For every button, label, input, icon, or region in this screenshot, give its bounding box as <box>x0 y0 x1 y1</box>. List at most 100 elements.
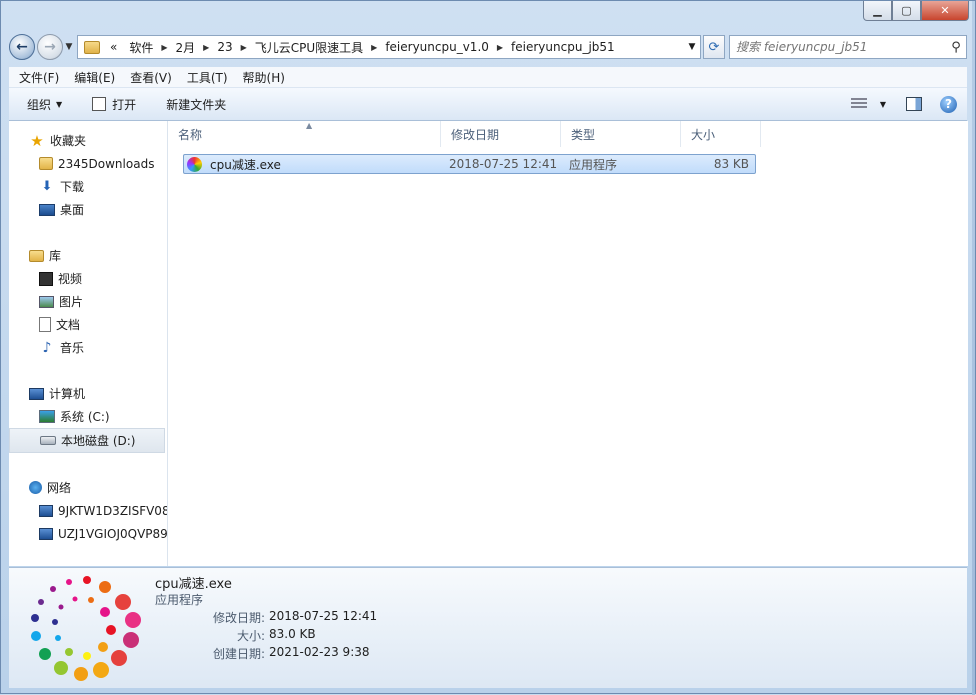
breadcrumb-item[interactable]: 飞儿云CPU限速工具 <box>249 39 369 56</box>
nav-item-2345downloads[interactable]: 2345Downloads <box>9 152 167 175</box>
nav-label: UZJ1VGIOJ0QVP89 <box>58 526 168 541</box>
prop-value: 83.0 KB <box>269 627 316 641</box>
search-input[interactable] <box>730 39 946 55</box>
recent-pages-dropdown[interactable]: ▼ <box>63 42 75 52</box>
nav-item-videos[interactable]: 视频 <box>9 267 167 290</box>
details-file-name: cpu减速.exe <box>155 577 232 592</box>
new-folder-label: 新建文件夹 <box>166 97 227 112</box>
nav-item-drive-d[interactable]: 本地磁盘 (D:) <box>9 428 165 453</box>
help-icon[interactable]: ? <box>940 95 957 113</box>
view-options-icon[interactable] <box>850 98 867 110</box>
menu-view[interactable]: 查看(V) <box>125 69 177 86</box>
network-computer-icon <box>39 527 53 540</box>
prop-value: 2021-02-23 9:38 <box>269 645 370 659</box>
column-name[interactable]: 名称 <box>168 121 441 147</box>
open-icon <box>92 97 107 111</box>
chevron-right-icon[interactable]: ▶ <box>159 43 169 52</box>
organize-label: 组织 <box>27 97 52 112</box>
nav-group-libraries: 库 视频 图片 文档 ♪ 音乐 <box>9 244 167 359</box>
search-box: ⚲ <box>729 35 967 59</box>
search-icon[interactable]: ⚲ <box>946 40 966 55</box>
breadcrumb-item[interactable]: feieryuncpu_v1.0 <box>379 40 495 54</box>
nav-label: 网络 <box>47 481 72 495</box>
computer-icon <box>29 387 44 400</box>
nav-network[interactable]: 网络 <box>9 476 167 499</box>
file-modified: 2018-07-25 12:41 <box>449 157 558 171</box>
address-bar[interactable]: « 软件 ▶ 2月 ▶ 23 ▶ 飞儿云CPU限速工具 ▶ feieryuncp… <box>77 35 701 59</box>
chevron-right-icon[interactable]: ▶ <box>369 43 379 52</box>
nav-label: 下载 <box>60 180 85 194</box>
nav-label: 本地磁盘 (D:) <box>61 434 136 448</box>
chevron-right-icon[interactable]: ▶ <box>495 43 505 52</box>
menu-file[interactable]: 文件(F) <box>14 69 64 86</box>
open-button[interactable]: 打开 <box>92 96 136 113</box>
nav-item-desktop[interactable]: 桌面 <box>9 198 167 221</box>
network-icon <box>29 481 42 494</box>
menu-edit[interactable]: 编辑(E) <box>69 69 120 86</box>
nav-group-computer: 计算机 系统 (C:) 本地磁盘 (D:) <box>9 382 167 453</box>
nav-item-drive-c[interactable]: 系统 (C:) <box>9 405 167 428</box>
nav-item-music[interactable]: ♪ 音乐 <box>9 336 167 359</box>
minimize-button[interactable]: ▁ <box>863 1 892 21</box>
nav-item-downloads[interactable]: ⬇ 下载 <box>9 175 167 198</box>
menu-tools[interactable]: 工具(T) <box>182 69 233 86</box>
refresh-button[interactable]: ⟳ <box>703 35 725 59</box>
preview-pane-icon[interactable] <box>906 97 922 111</box>
back-button[interactable]: ← <box>9 34 35 60</box>
prop-key: 修改日期: <box>212 611 265 625</box>
column-size[interactable]: 大小 <box>681 121 761 147</box>
view-dropdown-icon[interactable]: ▼ <box>880 100 886 109</box>
breadcrumb-item[interactable]: feieryuncpu_jb51 <box>505 40 621 54</box>
nav-item-network-pc-1[interactable]: 9JKTW1D3ZISFV08 <box>9 499 167 522</box>
chevron-right-icon[interactable]: ▶ <box>239 43 249 52</box>
refresh-icon: ⟳ <box>708 39 720 55</box>
new-folder-button[interactable]: 新建文件夹 <box>166 96 226 113</box>
explorer-window: ▁ ▢ ✕ ← → ▼ « 软件 ▶ 2月 ▶ 23 ▶ 飞儿云CPU限速工具 … <box>0 0 976 695</box>
column-date-modified[interactable]: 修改日期 <box>441 121 561 147</box>
details-file-type: 应用程序 <box>155 593 204 607</box>
forward-button[interactable]: → <box>37 34 63 60</box>
drive-icon <box>40 436 56 445</box>
nav-favorites[interactable]: ★ 收藏夹 <box>9 129 167 152</box>
nav-label: 2345Downloads <box>58 156 155 171</box>
open-label: 打开 <box>112 97 137 112</box>
application-icon <box>187 156 202 172</box>
folder-icon <box>84 40 100 54</box>
nav-label: 音乐 <box>60 341 85 355</box>
nav-label: 图片 <box>59 295 84 309</box>
nav-label: 视频 <box>58 272 83 286</box>
close-button[interactable]: ✕ <box>921 1 969 21</box>
library-icon <box>29 249 44 262</box>
chevron-right-icon[interactable]: ▶ <box>201 43 211 52</box>
menu-help[interactable]: 帮助(H) <box>238 69 290 86</box>
nav-item-network-pc-2[interactable]: UZJ1VGIOJ0QVP89 <box>9 522 167 545</box>
app-logo-icon <box>31 576 141 681</box>
window-edge <box>972 1 975 695</box>
address-dropdown[interactable]: ▼ <box>684 42 700 52</box>
column-type[interactable]: 类型 <box>561 121 681 147</box>
prop-value: 2018-07-25 12:41 <box>269 609 378 623</box>
nav-label: 桌面 <box>60 203 85 217</box>
breadcrumb-item[interactable]: 2月 <box>170 39 202 56</box>
nav-libraries[interactable]: 库 <box>9 244 167 267</box>
nav-item-documents[interactable]: 文档 <box>9 313 167 336</box>
file-row[interactable]: cpu减速.exe 2018-07-25 12:41 应用程序 83 KB <box>183 154 756 174</box>
organize-button[interactable]: 组织 ▼ <box>27 96 62 113</box>
nav-item-pictures[interactable]: 图片 <box>9 290 167 313</box>
nav-label: 库 <box>49 249 62 263</box>
file-type: 应用程序 <box>569 157 618 172</box>
breadcrumb-item[interactable]: 23 <box>211 40 238 54</box>
desktop-icon <box>39 203 55 216</box>
nav-computer[interactable]: 计算机 <box>9 382 167 405</box>
nav-label: 计算机 <box>49 387 86 401</box>
music-icon: ♪ <box>42 339 52 356</box>
nav-group-network: 网络 9JKTW1D3ZISFV08 UZJ1VGIOJ0QVP89 <box>9 476 167 545</box>
breadcrumb-item[interactable]: 软件 <box>123 39 159 56</box>
details-pane: cpu减速.exe 应用程序 修改日期: 2018-07-25 12:41 大小… <box>9 567 967 688</box>
navigation-pane: ★ 收藏夹 2345Downloads ⬇ 下载 桌面 库 视频 图片 文档 ♪… <box>9 121 168 566</box>
maximize-button[interactable]: ▢ <box>892 1 921 21</box>
details-prop-size: 大小: 83.0 KB <box>155 627 316 644</box>
breadcrumb-overflow[interactable]: « <box>104 40 123 54</box>
picture-icon <box>39 295 54 308</box>
prop-key: 创建日期: <box>212 647 265 661</box>
